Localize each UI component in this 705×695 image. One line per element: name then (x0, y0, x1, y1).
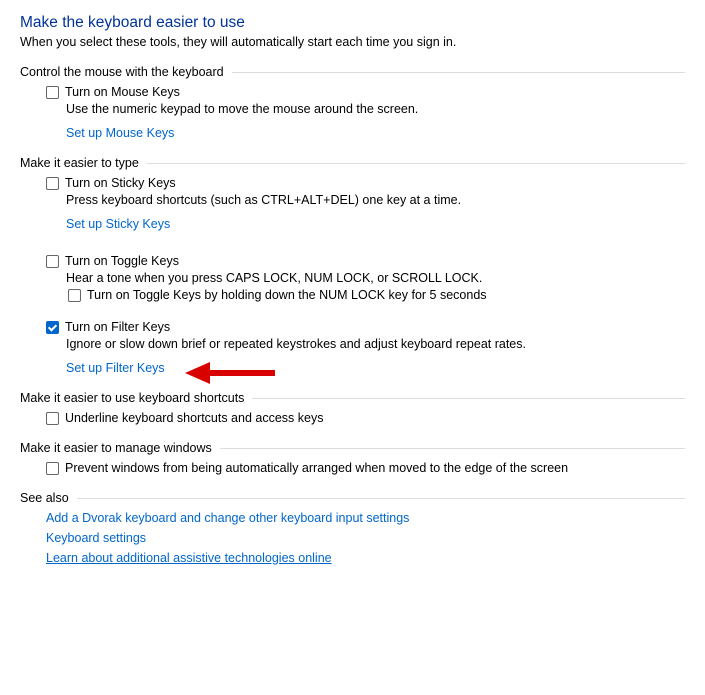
divider (147, 163, 685, 164)
prevent-arrange-checkbox[interactable] (46, 462, 59, 475)
setup-sticky-keys-link[interactable]: Set up Sticky Keys (66, 217, 170, 231)
sticky-keys-checkbox[interactable] (46, 177, 59, 190)
group-header-type: Make it easier to type (20, 156, 147, 170)
toggle-keys-checkbox[interactable] (46, 255, 59, 268)
mouse-keys-checkbox[interactable] (46, 86, 59, 99)
toggle-keys-hold-checkbox[interactable] (68, 289, 81, 302)
filter-keys-label[interactable]: Turn on Filter Keys (65, 320, 170, 334)
filter-keys-desc: Ignore or slow down brief or repeated ke… (66, 337, 685, 351)
group-windows: Make it easier to manage windows Prevent… (20, 441, 685, 475)
mouse-keys-desc: Use the numeric keypad to move the mouse… (66, 102, 685, 116)
keyboard-settings-link[interactable]: Keyboard settings (46, 531, 146, 545)
group-shortcuts: Make it easier to use keyboard shortcuts… (20, 391, 685, 425)
divider (232, 72, 685, 73)
setup-filter-keys-link[interactable]: Set up Filter Keys (66, 361, 165, 375)
group-header-windows: Make it easier to manage windows (20, 441, 220, 455)
mouse-keys-label[interactable]: Turn on Mouse Keys (65, 85, 180, 99)
underline-shortcuts-label[interactable]: Underline keyboard shortcuts and access … (65, 411, 323, 425)
page-title: Make the keyboard easier to use (20, 14, 685, 32)
sticky-keys-label[interactable]: Turn on Sticky Keys (65, 176, 176, 190)
filter-keys-checkbox[interactable] (46, 321, 59, 334)
sticky-keys-desc: Press keyboard shortcuts (such as CTRL+A… (66, 193, 685, 207)
toggle-keys-label[interactable]: Turn on Toggle Keys (65, 254, 179, 268)
prevent-arrange-label[interactable]: Prevent windows from being automatically… (65, 461, 568, 475)
divider (252, 398, 685, 399)
assistive-tech-link[interactable]: Learn about additional assistive technol… (46, 551, 332, 565)
group-header-see-also: See also (20, 491, 77, 505)
divider (220, 448, 685, 449)
group-see-also: See also Add a Dvorak keyboard and chang… (20, 491, 685, 565)
underline-shortcuts-checkbox[interactable] (46, 412, 59, 425)
setup-mouse-keys-link[interactable]: Set up Mouse Keys (66, 126, 174, 140)
group-header-mouse: Control the mouse with the keyboard (20, 65, 232, 79)
toggle-keys-desc: Hear a tone when you press CAPS LOCK, NU… (66, 271, 685, 285)
group-header-shortcuts: Make it easier to use keyboard shortcuts (20, 391, 252, 405)
divider (77, 498, 685, 499)
group-type: Make it easier to type Turn on Sticky Ke… (20, 156, 685, 375)
toggle-keys-hold-label[interactable]: Turn on Toggle Keys by holding down the … (87, 288, 487, 302)
dvorak-link[interactable]: Add a Dvorak keyboard and change other k… (46, 511, 409, 525)
group-mouse-keyboard: Control the mouse with the keyboard Turn… (20, 65, 685, 140)
page-subtitle: When you select these tools, they will a… (20, 35, 685, 49)
